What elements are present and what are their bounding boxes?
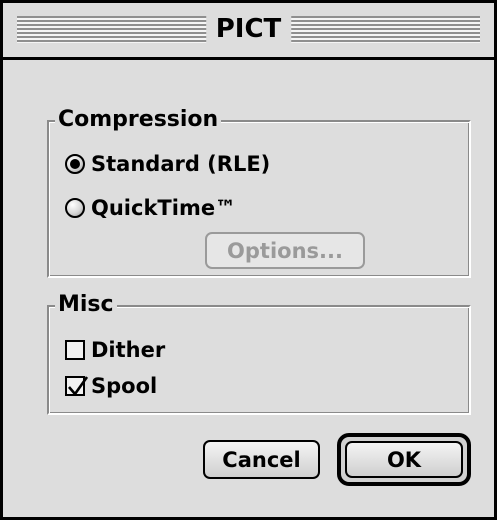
pict-dialog: PICT Compression Standard (RLE) QuickTim… [0,0,497,520]
checkmark-icon[interactable] [65,376,88,397]
radio-button-icon[interactable] [65,198,85,218]
window-title: PICT [205,12,292,46]
checkbox-icon[interactable] [65,340,85,360]
spool-checkbox-row[interactable]: Spool [65,371,157,401]
radio-quicktime[interactable]: QuickTime™ [65,193,236,223]
title-bar[interactable]: PICT [3,3,494,60]
dither-label: Dither [91,338,166,362]
misc-group-label: Misc [55,292,117,318]
radio-button-selected-icon[interactable] [65,154,85,174]
cancel-button[interactable]: Cancel [203,440,320,479]
radio-quicktime-label: QuickTime™ [91,196,237,220]
radio-standard-rle[interactable]: Standard (RLE) [65,149,270,179]
ok-button[interactable]: OK [345,441,463,478]
dither-checkbox-row[interactable]: Dither [65,335,165,365]
compression-group-label: Compression [55,107,222,133]
spool-label: Spool [91,374,158,398]
options-button[interactable]: Options... [205,232,365,269]
radio-standard-rle-label: Standard (RLE) [91,152,271,176]
